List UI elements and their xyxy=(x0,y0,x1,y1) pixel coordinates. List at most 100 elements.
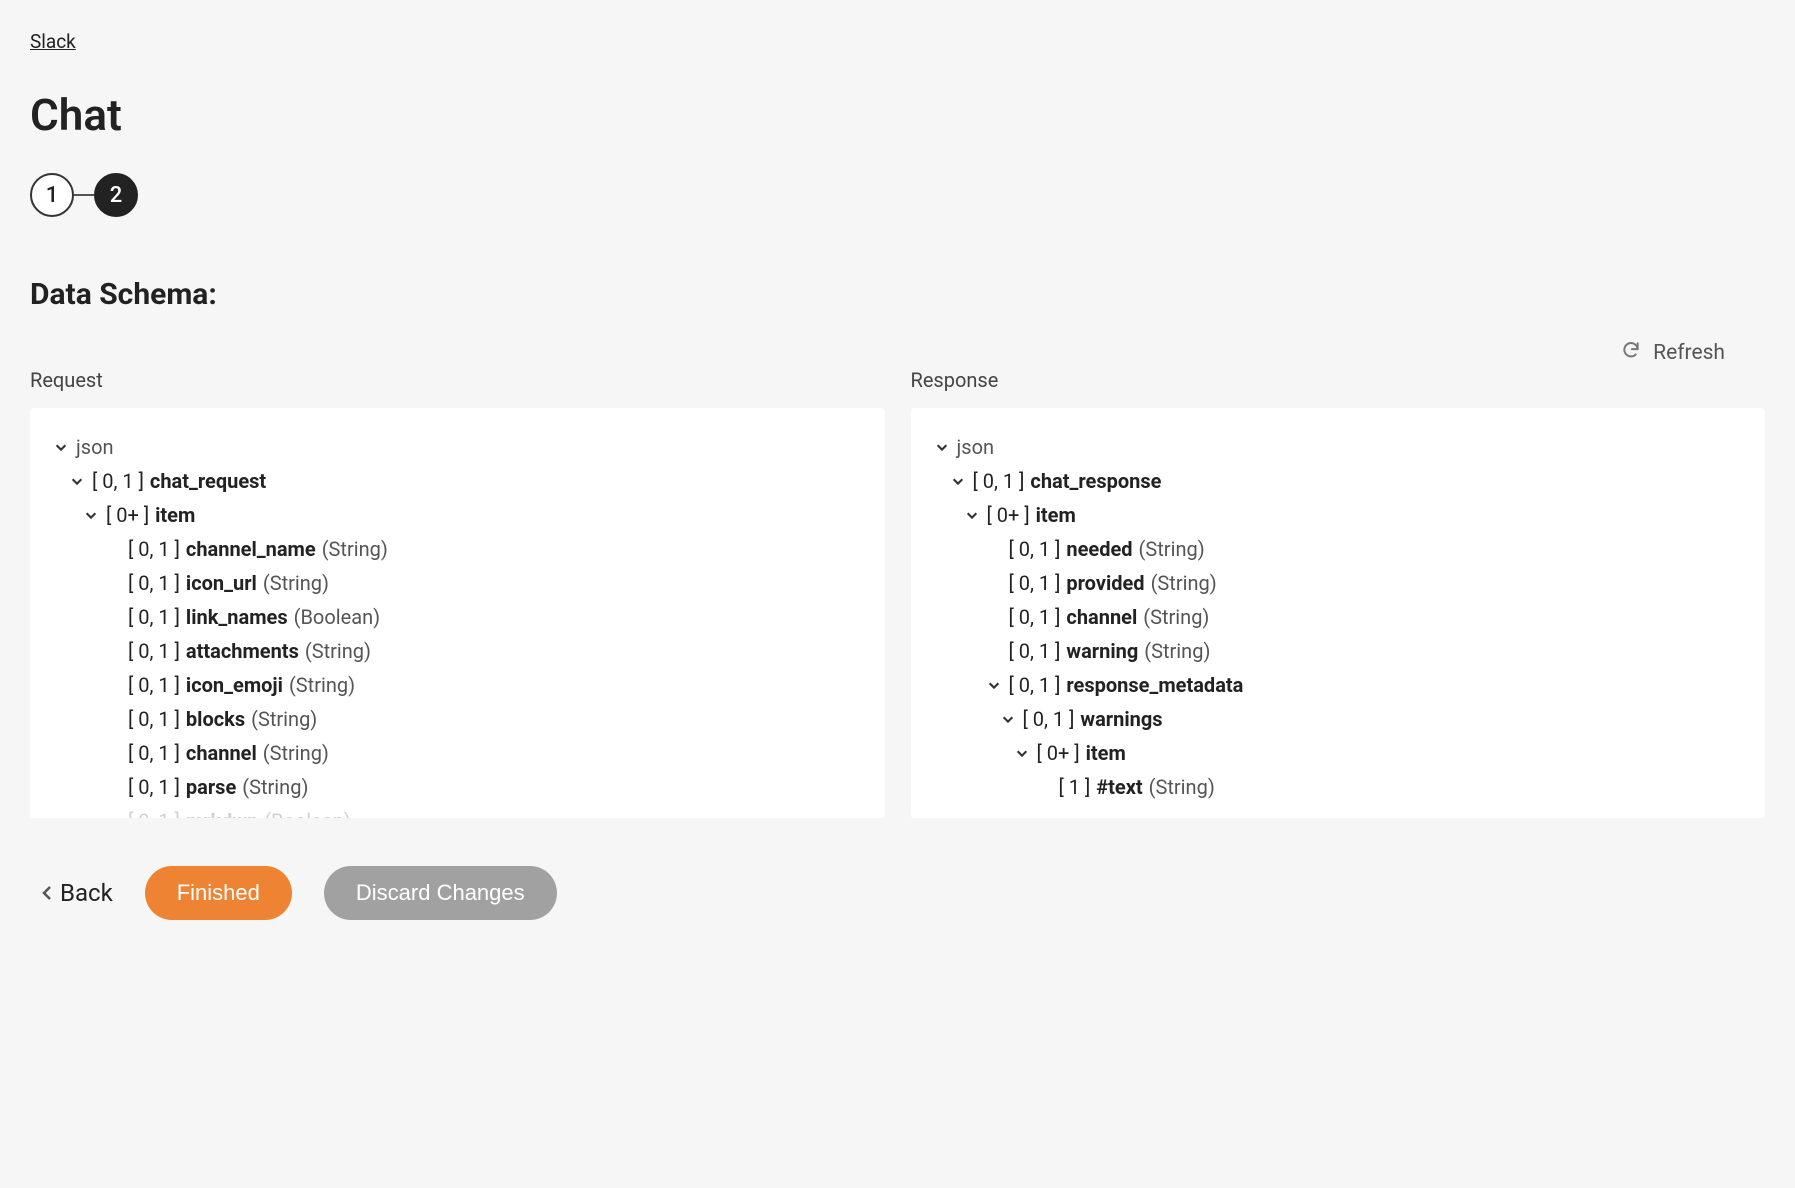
node-cardinality: [ 0, 1 ] xyxy=(128,740,180,766)
node-type: (String) xyxy=(242,774,308,800)
schema-node-mrkdwn: [ 0, 1 ] mrkdwn (Boolean) xyxy=(52,804,863,818)
node-type: (String) xyxy=(1149,774,1215,800)
chevron-down-icon xyxy=(999,710,1017,728)
response-schema-panel[interactable]: json[ 0, 1 ] chat_response[ 0+ ] item[ 0… xyxy=(911,408,1766,818)
schema-node-item[interactable]: [ 0+ ] item xyxy=(933,498,1744,532)
node-cardinality: [ 0, 1 ] xyxy=(973,468,1025,494)
node-name: provided xyxy=(1066,570,1144,596)
node-name: parse xyxy=(186,774,236,800)
finished-button[interactable]: Finished xyxy=(145,866,292,920)
schema-node-blocks: [ 0, 1 ] blocks (String) xyxy=(52,702,863,736)
node-cardinality: [ 0, 1 ] xyxy=(1009,536,1061,562)
schema-node-channel: [ 0, 1 ] channel (String) xyxy=(933,600,1744,634)
node-cardinality: [ 0, 1 ] xyxy=(128,808,180,818)
node-name: link_names xyxy=(186,604,288,630)
node-cardinality: [ 0, 1 ] xyxy=(128,672,180,698)
schema-node-channel: [ 0, 1 ] channel (String) xyxy=(52,736,863,770)
tree-root[interactable]: json xyxy=(52,430,863,464)
chevron-left-icon xyxy=(42,879,52,907)
schema-node--text: [ 1 ] #text (String) xyxy=(933,770,1744,804)
node-name: chat_response xyxy=(1030,468,1161,494)
chevron-down-icon xyxy=(68,472,86,490)
node-type: (String) xyxy=(263,570,329,596)
schema-node-warning: [ 0, 1 ] warning (String) xyxy=(933,634,1744,668)
schema-node-item[interactable]: [ 0+ ] item xyxy=(933,736,1744,770)
node-name: mrkdwn xyxy=(186,808,258,818)
node-name: warnings xyxy=(1080,706,1162,732)
response-panel-label: Response xyxy=(911,368,1766,392)
tree-root-label: json xyxy=(957,434,995,460)
node-name: #text xyxy=(1096,774,1142,800)
chevron-down-icon xyxy=(933,438,951,456)
node-name: attachments xyxy=(186,638,299,664)
refresh-button[interactable]: Refresh xyxy=(1621,340,1725,366)
node-cardinality: [ 0, 1 ] xyxy=(128,774,180,800)
node-type: (String) xyxy=(1151,570,1217,596)
node-name: chat_request xyxy=(150,468,266,494)
request-schema-panel[interactable]: json[ 0, 1 ] chat_request[ 0+ ] item[ 0,… xyxy=(30,408,885,818)
node-cardinality: [ 0, 1 ] xyxy=(1009,604,1061,630)
step-2[interactable]: 2 xyxy=(94,173,138,217)
node-cardinality: [ 0+ ] xyxy=(1037,740,1080,766)
node-cardinality: [ 0, 1 ] xyxy=(128,604,180,630)
stepper: 1 2 xyxy=(30,173,1765,217)
breadcrumb-slack[interactable]: Slack xyxy=(30,30,76,53)
chevron-down-icon xyxy=(1013,744,1031,762)
page-title: Chat xyxy=(30,89,1765,141)
node-type: (String) xyxy=(251,706,317,732)
node-cardinality: [ 1 ] xyxy=(1059,774,1091,800)
node-cardinality: [ 0, 1 ] xyxy=(1009,570,1061,596)
node-name: needed xyxy=(1066,536,1132,562)
node-name: channel_name xyxy=(186,536,316,562)
schema-node-parse: [ 0, 1 ] parse (String) xyxy=(52,770,863,804)
schema-node-chat-request[interactable]: [ 0, 1 ] chat_request xyxy=(52,464,863,498)
chevron-down-icon xyxy=(82,506,100,524)
back-button[interactable]: Back xyxy=(42,879,113,907)
schema-node-response-metadata[interactable]: [ 0, 1 ] response_metadata xyxy=(933,668,1744,702)
back-label: Back xyxy=(60,879,113,907)
node-cardinality: [ 0, 1 ] xyxy=(128,638,180,664)
refresh-label: Refresh xyxy=(1653,341,1725,365)
schema-node-chat-response[interactable]: [ 0, 1 ] chat_response xyxy=(933,464,1744,498)
node-cardinality: [ 0+ ] xyxy=(987,502,1030,528)
node-type: (String) xyxy=(1144,638,1210,664)
node-type: (String) xyxy=(1139,536,1205,562)
node-name: response_metadata xyxy=(1066,672,1243,698)
node-name: item xyxy=(1086,740,1126,766)
schema-node-provided: [ 0, 1 ] provided (String) xyxy=(933,566,1744,600)
node-cardinality: [ 0, 1 ] xyxy=(128,570,180,596)
chevron-down-icon xyxy=(949,472,967,490)
node-name: blocks xyxy=(186,706,245,732)
node-cardinality: [ 0, 1 ] xyxy=(128,536,180,562)
node-type: (String) xyxy=(289,672,355,698)
schema-node-channel-name: [ 0, 1 ] channel_name (String) xyxy=(52,532,863,566)
node-type: (String) xyxy=(1143,604,1209,630)
schema-node-item[interactable]: [ 0+ ] item xyxy=(52,498,863,532)
schema-node-link-names: [ 0, 1 ] link_names (Boolean) xyxy=(52,600,863,634)
discard-changes-button[interactable]: Discard Changes xyxy=(324,866,557,920)
node-type: (String) xyxy=(263,740,329,766)
node-cardinality: [ 0, 1 ] xyxy=(92,468,144,494)
chevron-down-icon xyxy=(963,506,981,524)
schema-node-warnings[interactable]: [ 0, 1 ] warnings xyxy=(933,702,1744,736)
node-name: icon_url xyxy=(186,570,257,596)
refresh-icon xyxy=(1621,340,1641,366)
schema-node-needed: [ 0, 1 ] needed (String) xyxy=(933,532,1744,566)
request-panel-label: Request xyxy=(30,368,885,392)
tree-root[interactable]: json xyxy=(933,430,1744,464)
node-type: (String) xyxy=(305,638,371,664)
schema-node-icon-url: [ 0, 1 ] icon_url (String) xyxy=(52,566,863,600)
node-name: warning xyxy=(1066,638,1138,664)
node-type: (Boolean) xyxy=(294,604,380,630)
node-name: channel xyxy=(186,740,257,766)
node-type: (String) xyxy=(322,536,388,562)
node-cardinality: [ 0, 1 ] xyxy=(1009,672,1061,698)
node-type: (Boolean) xyxy=(264,808,350,818)
node-name: icon_emoji xyxy=(186,672,283,698)
section-title: Data Schema: xyxy=(30,277,1765,312)
node-name: item xyxy=(155,502,195,528)
node-cardinality: [ 0, 1 ] xyxy=(1023,706,1075,732)
node-cardinality: [ 0, 1 ] xyxy=(128,706,180,732)
step-connector xyxy=(74,194,94,196)
step-1[interactable]: 1 xyxy=(30,173,74,217)
